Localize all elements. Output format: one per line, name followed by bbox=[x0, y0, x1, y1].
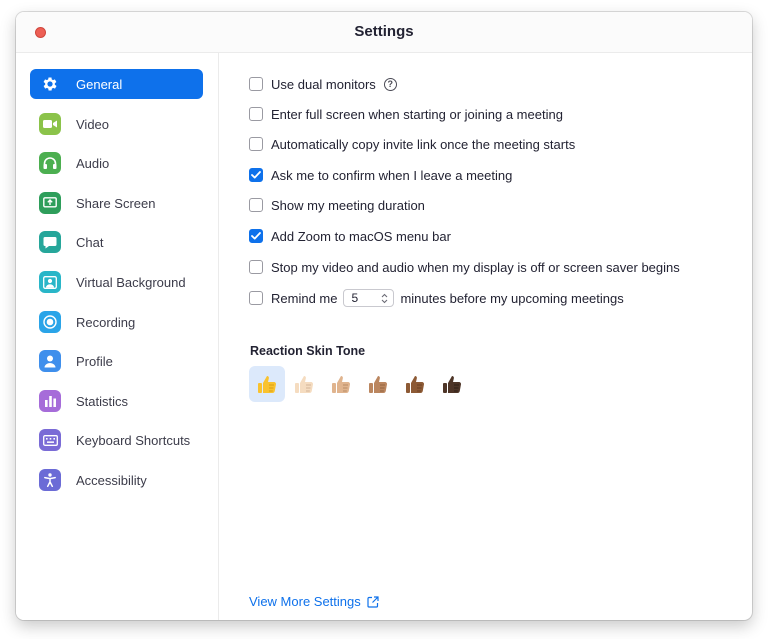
sidebar-item-profile[interactable]: Profile bbox=[30, 346, 203, 376]
skin-tone-option[interactable] bbox=[397, 366, 433, 402]
thumbs-up-icon bbox=[295, 376, 314, 394]
option-label: Stop my video and audio when my display … bbox=[271, 259, 680, 275]
keyboard-icon bbox=[39, 429, 61, 451]
skin-tone-option[interactable] bbox=[286, 366, 322, 402]
settings-sidebar: General Video Audio Share Screen Chat Vi… bbox=[16, 53, 219, 620]
option-remind-me[interactable]: Remind me 5 minutes before my upcoming m… bbox=[249, 288, 624, 308]
option-stop-video-audio[interactable]: Stop my video and audio when my display … bbox=[249, 257, 680, 277]
checkmark-icon bbox=[251, 232, 261, 240]
option-dual-monitors[interactable]: Use dual monitors ? bbox=[249, 74, 397, 94]
sidebar-item-video[interactable]: Video bbox=[30, 109, 203, 139]
sidebar-item-label: Profile bbox=[76, 353, 113, 369]
chat-bubble-icon bbox=[39, 231, 61, 253]
skin-tone-option[interactable] bbox=[249, 366, 285, 402]
confirm-leave-checkbox[interactable] bbox=[249, 168, 263, 182]
sidebar-item-share-screen[interactable]: Share Screen bbox=[30, 188, 203, 218]
option-label: Ask me to confirm when I leave a meeting bbox=[271, 167, 513, 183]
sidebar-item-label: Audio bbox=[76, 155, 110, 171]
option-full-screen[interactable]: Enter full screen when starting or joini… bbox=[249, 104, 563, 124]
meeting-duration-checkbox[interactable] bbox=[249, 198, 263, 212]
sidebar-item-label: Share Screen bbox=[76, 195, 156, 211]
option-menu-bar[interactable]: Add Zoom to macOS menu bar bbox=[249, 226, 451, 246]
view-more-settings-link[interactable]: View More Settings bbox=[249, 594, 379, 609]
stop-video-audio-checkbox[interactable] bbox=[249, 260, 263, 274]
thumbs-up-icon bbox=[258, 376, 277, 394]
sidebar-item-general[interactable]: General bbox=[30, 69, 203, 99]
view-more-settings-label: View More Settings bbox=[249, 594, 361, 609]
sidebar-item-label: Chat bbox=[76, 234, 104, 250]
thumbs-up-icon bbox=[406, 376, 425, 394]
reminder-minutes-value: 5 bbox=[351, 291, 359, 305]
dual-monitors-checkbox[interactable] bbox=[249, 77, 263, 91]
accessibility-icon bbox=[39, 469, 61, 491]
menu-bar-checkbox[interactable] bbox=[249, 229, 263, 243]
option-confirm-leave[interactable]: Ask me to confirm when I leave a meeting bbox=[249, 165, 512, 185]
option-label: minutes before my upcoming meetings bbox=[400, 290, 624, 306]
help-icon[interactable]: ? bbox=[383, 77, 397, 91]
sidebar-item-statistics[interactable]: Statistics bbox=[30, 386, 203, 416]
bar-chart-icon bbox=[39, 390, 61, 412]
window-title: Settings bbox=[354, 23, 414, 40]
video-camera-icon bbox=[39, 113, 61, 135]
stepper-arrows-icon[interactable] bbox=[381, 293, 388, 304]
share-screen-icon bbox=[39, 192, 61, 214]
general-settings-panel: Use dual monitors ? Enter full screen wh… bbox=[219, 53, 752, 620]
full-screen-checkbox[interactable] bbox=[249, 107, 263, 121]
thumbs-up-icon bbox=[369, 376, 388, 394]
settings-window: Settings General Video Audio Share Scree… bbox=[16, 12, 752, 620]
external-link-icon bbox=[367, 595, 379, 608]
option-label: Remind me bbox=[271, 290, 338, 306]
option-label: Use dual monitors bbox=[271, 76, 376, 92]
title-bar: Settings bbox=[16, 12, 752, 53]
sidebar-item-label: Keyboard Shortcuts bbox=[76, 432, 191, 448]
skin-tone-option[interactable] bbox=[434, 366, 470, 402]
option-label: Enter full screen when starting or joini… bbox=[271, 106, 563, 122]
sidebar-item-audio[interactable]: Audio bbox=[30, 148, 203, 178]
sidebar-item-virtual-background[interactable]: Virtual Background bbox=[30, 267, 203, 297]
skin-tone-picker bbox=[249, 366, 471, 402]
option-label: Show my meeting duration bbox=[271, 197, 425, 213]
option-label: Add Zoom to macOS menu bar bbox=[271, 228, 451, 244]
sidebar-item-label: Recording bbox=[76, 314, 136, 330]
reminder-minutes-stepper[interactable]: 5 bbox=[343, 289, 395, 307]
option-copy-invite-link[interactable]: Automatically copy invite link once the … bbox=[249, 134, 575, 154]
skin-tone-option[interactable] bbox=[360, 366, 396, 402]
headphones-icon bbox=[39, 152, 61, 174]
option-label: Automatically copy invite link once the … bbox=[271, 136, 576, 152]
skin-tone-option[interactable] bbox=[323, 366, 359, 402]
sidebar-item-recording[interactable]: Recording bbox=[30, 307, 203, 337]
sidebar-item-label: Statistics bbox=[76, 393, 129, 409]
copy-invite-link-checkbox[interactable] bbox=[249, 137, 263, 151]
thumbs-up-icon bbox=[332, 376, 351, 394]
sidebar-item-label: Virtual Background bbox=[76, 274, 186, 290]
sidebar-item-chat[interactable]: Chat bbox=[30, 227, 203, 257]
sidebar-item-keyboard-shortcuts[interactable]: Keyboard Shortcuts bbox=[30, 425, 203, 455]
sidebar-item-label: Video bbox=[76, 116, 110, 132]
reaction-skin-tone-title: Reaction Skin Tone bbox=[250, 344, 366, 358]
sidebar-item-label: Accessibility bbox=[76, 472, 147, 488]
record-icon bbox=[39, 311, 61, 333]
sidebar-item-accessibility[interactable]: Accessibility bbox=[30, 465, 203, 495]
checkmark-icon bbox=[251, 171, 261, 179]
gear-icon bbox=[39, 73, 61, 95]
virtual-background-icon bbox=[39, 271, 61, 293]
thumbs-up-icon bbox=[443, 376, 462, 394]
remind-me-checkbox[interactable] bbox=[249, 291, 263, 305]
option-meeting-duration[interactable]: Show my meeting duration bbox=[249, 195, 425, 215]
person-icon bbox=[39, 350, 61, 372]
sidebar-item-label: General bbox=[76, 76, 123, 92]
